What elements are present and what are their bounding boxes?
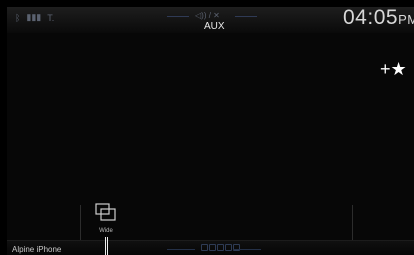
status-divider-right (235, 16, 257, 17)
mute-symbol: ◁)) / ✕ (195, 11, 220, 20)
display-mode-icon (95, 203, 116, 221)
bluetooth-icon: ᛒ (15, 12, 21, 23)
battery-icon: ▮▮▮ (26, 12, 42, 22)
display-mode-button[interactable]: Wide (91, 203, 121, 239)
page-dot (209, 244, 216, 251)
signal-icon: T. (47, 12, 55, 23)
source-label[interactable]: AUX (204, 21, 225, 32)
page-dot (225, 244, 232, 251)
clock: 04:05PM (343, 7, 414, 30)
device-name: Alpine iPhone (12, 245, 62, 254)
status-divider-left (167, 16, 189, 17)
head-unit-screen: ᛒ ▮▮▮ T. ◁)) / ✕ AUX 04:05PM +★ 〈 Wide A… (7, 7, 414, 255)
bottom-line-right (233, 249, 261, 250)
clock-ampm: PM (398, 12, 414, 27)
status-icons: ᛒ ▮▮▮ T. (15, 12, 54, 23)
add-favorite-button[interactable]: +★ (380, 59, 407, 80)
mute-icon: ◁)) / ✕ (195, 11, 220, 20)
add-favorite-icon: +★ (380, 59, 407, 79)
page-dot (217, 244, 224, 251)
status-bar: ᛒ ▮▮▮ T. ◁)) / ✕ AUX 04:05PM (7, 7, 414, 33)
bottom-divider-right (352, 205, 353, 241)
bottom-divider-left (80, 205, 81, 241)
display-mode-label: Wide (99, 228, 113, 234)
clock-time: 04:05 (343, 7, 399, 29)
page-dot (201, 244, 208, 251)
bottom-line-left (167, 249, 195, 250)
bottom-bar: Alpine iPhone (7, 240, 414, 255)
drag-handle[interactable] (105, 237, 108, 255)
